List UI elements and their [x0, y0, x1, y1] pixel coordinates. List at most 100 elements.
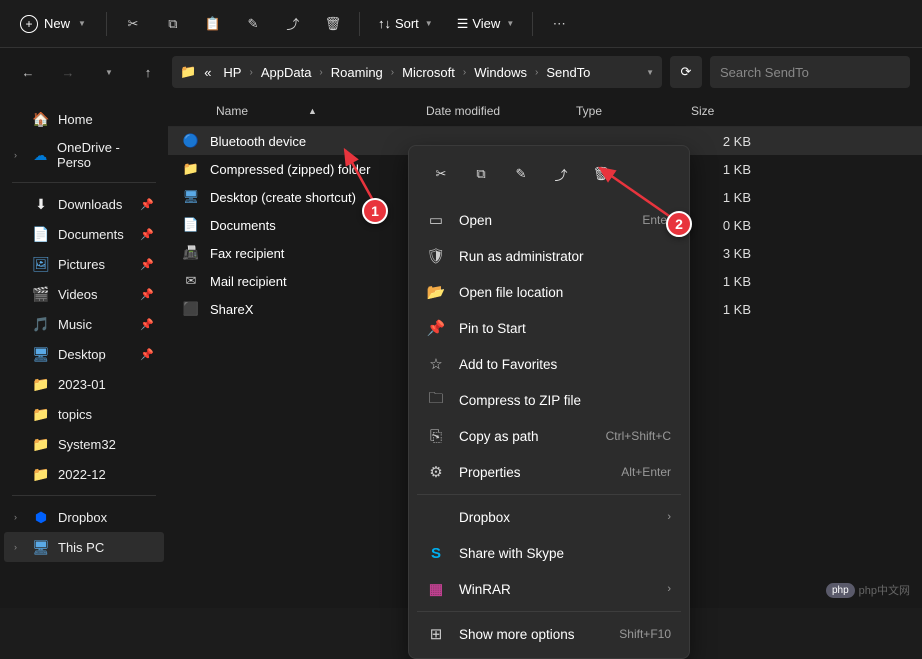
context-item[interactable]: ⎘ Copy as path Ctrl+Shift+C [415, 418, 683, 454]
sidebar-item[interactable]: ⬇ Downloads 📌 [4, 189, 164, 219]
more-icon[interactable]: ⋯ [541, 6, 577, 42]
context-item[interactable]: ☆ Add to Favorites [415, 346, 683, 382]
delete-icon[interactable]: 🗑 [583, 156, 619, 192]
cut-icon[interactable]: ✂ [423, 156, 459, 192]
pin-icon: 📌 [140, 318, 154, 331]
context-item[interactable]: S Share with Skype [415, 535, 683, 571]
paste-icon[interactable]: 📋 [195, 6, 231, 42]
context-accel: Shift+F10 [619, 627, 671, 641]
breadcrumb[interactable]: 📁 « HP › AppData › Roaming › Microsoft ›… [172, 56, 662, 88]
sidebar-item[interactable]: 📁 2023-01 [4, 369, 164, 399]
file-size: 1 KB [691, 274, 771, 289]
sort-button[interactable]: ↑↓ Sort ▼ [368, 10, 443, 37]
context-item[interactable]: ⚙ Properties Alt+Enter [415, 454, 683, 490]
sidebar-item[interactable]: 🎵 Music 📌 [4, 309, 164, 339]
context-label: Properties [459, 465, 607, 480]
context-item[interactable]: 🛡 Run as administrator [415, 238, 683, 274]
annotation-marker-1: 1 [362, 198, 388, 224]
sidebar-item[interactable]: 📁 topics [4, 399, 164, 429]
breadcrumb-item[interactable]: HP [219, 63, 245, 82]
file-name-label: ShareX [210, 302, 253, 317]
sidebar-item[interactable]: 🖼 Pictures 📌 [4, 249, 164, 279]
chevron-right-icon: › [249, 67, 252, 78]
delete-icon[interactable]: 🗑 [315, 6, 351, 42]
chevron-down-icon: ▼ [425, 19, 433, 28]
chevron-right-icon: › [14, 150, 24, 160]
context-item[interactable]: 🗀 Compress to ZIP file [415, 382, 683, 418]
view-icon: ☰ [457, 16, 469, 32]
column-date[interactable]: Date modified [426, 104, 576, 118]
up-button[interactable]: ↑ [132, 56, 164, 88]
view-button[interactable]: ☰ View ▼ [447, 10, 525, 38]
pin-icon: 📌 [140, 198, 154, 211]
rename-icon[interactable]: ✎ [235, 6, 271, 42]
recent-button[interactable]: ▼ [92, 56, 124, 88]
file-icon: ⬛ [182, 300, 200, 318]
forward-button[interactable]: → [52, 56, 84, 88]
context-menu: ✂ ⧉ ✎ ⤴ 🗑 ▭ Open Enter🛡 Run as administr… [408, 145, 690, 659]
context-item-more[interactable]: ⊞ Show more options Shift+F10 [415, 616, 683, 652]
share-icon[interactable]: ⤴ [275, 6, 311, 42]
context-icon: 📂 [427, 283, 445, 301]
context-item[interactable]: 📂 Open file location [415, 274, 683, 310]
cut-icon[interactable]: ✂ [115, 6, 151, 42]
breadcrumb-item[interactable]: Roaming [327, 63, 387, 82]
file-icon: 🔵 [182, 132, 200, 150]
context-item[interactable]: ▭ Open Enter [415, 202, 683, 238]
folder-icon: 📁 [180, 64, 196, 80]
nav-bar: ← → ▼ ↑ 📁 « HP › AppData › Roaming › Mic… [0, 48, 922, 96]
column-name[interactable]: Name ▲ [168, 104, 426, 118]
sidebar-item-dropbox[interactable]: › ⬢ Dropbox [4, 502, 164, 532]
breadcrumb-item[interactable]: SendTo [542, 63, 594, 82]
new-button[interactable]: + New ▼ [8, 9, 98, 39]
context-label: Dropbox [459, 510, 653, 525]
context-label: Copy as path [459, 429, 592, 444]
context-item[interactable]: Dropbox › [415, 499, 683, 535]
share-icon[interactable]: ⤴ [543, 156, 579, 192]
back-button[interactable]: ← [12, 56, 44, 88]
sidebar-item-home[interactable]: 🏠 Home [4, 104, 164, 134]
context-item[interactable]: 📌 Pin to Start [415, 310, 683, 346]
sidebar-item[interactable]: 📁 System32 [4, 429, 164, 459]
sidebar-item-label: System32 [58, 437, 116, 452]
context-item[interactable]: ▦ WinRAR › [415, 571, 683, 607]
file-size: 1 KB [691, 302, 771, 317]
item-icon: ⬇ [32, 195, 50, 213]
item-icon: 📁 [32, 435, 50, 453]
item-icon: 🎬 [32, 285, 50, 303]
column-type[interactable]: Type [576, 104, 691, 118]
breadcrumb-item[interactable]: Microsoft [398, 63, 459, 82]
sidebar-item[interactable]: 📄 Documents 📌 [4, 219, 164, 249]
context-label: Show more options [459, 627, 605, 642]
context-accel: Ctrl+Shift+C [606, 429, 671, 443]
sidebar-item[interactable]: 📁 2022-12 [4, 459, 164, 489]
pin-icon: 📌 [140, 348, 154, 361]
breadcrumb-prefix: « [200, 63, 215, 82]
file-name-label: Documents [210, 218, 276, 233]
context-label: Compress to ZIP file [459, 393, 671, 408]
column-size[interactable]: Size [691, 104, 771, 118]
divider [417, 611, 681, 612]
pc-icon: 🖥 [32, 538, 50, 556]
sidebar-item-thispc[interactable]: › 🖥 This PC [4, 532, 164, 562]
rename-icon[interactable]: ✎ [503, 156, 539, 192]
file-icon: 📠 [182, 244, 200, 262]
separator [532, 12, 533, 36]
sidebar-item-label: Desktop [58, 347, 106, 362]
search-input[interactable]: Search SendTo [710, 56, 910, 88]
annotation-marker-2: 2 [666, 211, 692, 237]
copy-icon[interactable]: ⧉ [155, 6, 191, 42]
chevron-right-icon: › [535, 67, 538, 78]
context-icon: ⚙ [427, 463, 445, 481]
chevron-right-icon: › [319, 67, 322, 78]
sidebar-item[interactable]: 🖥 Desktop 📌 [4, 339, 164, 369]
more-icon: ⊞ [427, 625, 445, 643]
refresh-button[interactable]: ⟳ [670, 56, 702, 88]
breadcrumb-item[interactable]: Windows [470, 63, 531, 82]
sidebar-item-onedrive[interactable]: › ☁ OneDrive - Perso [4, 134, 164, 176]
chevron-down-icon[interactable]: ▼ [646, 68, 654, 77]
copy-icon[interactable]: ⧉ [463, 156, 499, 192]
sidebar-item-label: 2023-01 [58, 377, 106, 392]
breadcrumb-item[interactable]: AppData [257, 63, 316, 82]
sidebar-item[interactable]: 🎬 Videos 📌 [4, 279, 164, 309]
